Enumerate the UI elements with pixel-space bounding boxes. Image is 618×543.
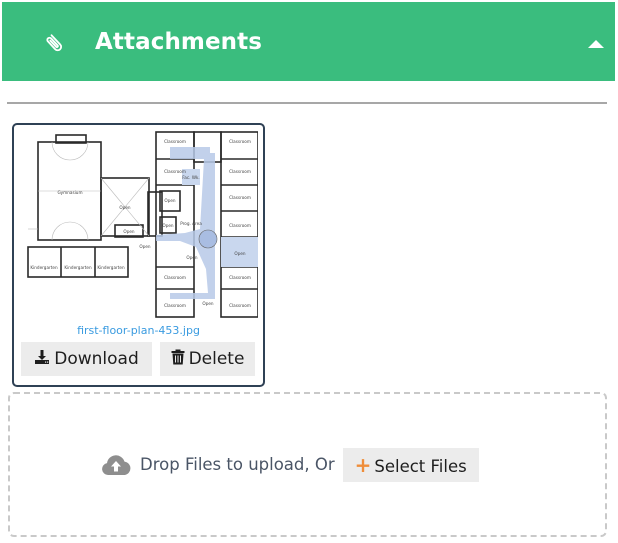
panel-title: Attachments bbox=[95, 29, 263, 55]
room-label: Open bbox=[164, 198, 176, 203]
room-label: Open bbox=[123, 229, 135, 234]
room-label: Classroom bbox=[229, 275, 251, 280]
room-label: Classroom bbox=[164, 303, 186, 308]
cloud-upload-icon bbox=[102, 455, 131, 475]
dropzone-text: Drop Files to upload, Or bbox=[140, 455, 335, 474]
download-icon bbox=[35, 350, 50, 364]
caret-up-icon[interactable] bbox=[588, 40, 604, 48]
room-label: Classroom bbox=[229, 195, 251, 200]
room-label: Classroom bbox=[229, 169, 251, 174]
divider bbox=[7, 102, 607, 104]
dropzone-content: Drop Files to upload, Or + Select Files bbox=[101, 448, 479, 482]
room-label: Open bbox=[119, 205, 131, 210]
attachment-thumbnail[interactable]: Gymnasium Kindergarten Kindergarten Kind… bbox=[20, 129, 258, 321]
room-label: Classroom bbox=[164, 139, 186, 144]
trash-icon bbox=[171, 349, 185, 365]
room-label: Gymnasium bbox=[57, 190, 82, 195]
download-button[interactable]: Download bbox=[21, 342, 152, 376]
room-label: Kindergarten bbox=[64, 265, 92, 270]
room-label: Kindergarten bbox=[97, 265, 125, 270]
delete-button[interactable]: Delete bbox=[160, 342, 255, 376]
room-label: Classroom bbox=[229, 303, 251, 308]
room-label: Open bbox=[186, 255, 198, 260]
room-label: Fac. Wk. bbox=[182, 175, 199, 180]
attachment-card: Gymnasium Kindergarten Kindergarten Kind… bbox=[12, 123, 265, 387]
room-label: Classroom bbox=[164, 169, 186, 174]
select-files-label: Select Files bbox=[374, 457, 467, 476]
room-label: Classroom bbox=[164, 275, 186, 280]
attachments-panel-header[interactable]: Attachments bbox=[2, 2, 615, 81]
room-label: Open bbox=[234, 251, 246, 256]
paperclip-icon bbox=[46, 34, 62, 52]
room-label: Open bbox=[162, 223, 174, 228]
select-files-button[interactable]: + Select Files bbox=[342, 448, 479, 482]
room-label: Classroom bbox=[229, 139, 251, 144]
delete-label: Delete bbox=[188, 349, 245, 369]
room-label: Classroom bbox=[229, 223, 251, 228]
room-label: Open bbox=[139, 244, 151, 249]
room-label: Kindergarten bbox=[30, 265, 58, 270]
file-dropzone[interactable]: Drop Files to upload, Or + Select Files bbox=[8, 392, 607, 537]
plus-icon: + bbox=[354, 453, 372, 477]
download-label: Download bbox=[54, 349, 139, 369]
room-label: Prog. Area bbox=[180, 221, 202, 226]
room-label: Open bbox=[202, 301, 214, 306]
attachment-file-name[interactable]: first-floor-plan-453.jpg bbox=[14, 324, 263, 338]
